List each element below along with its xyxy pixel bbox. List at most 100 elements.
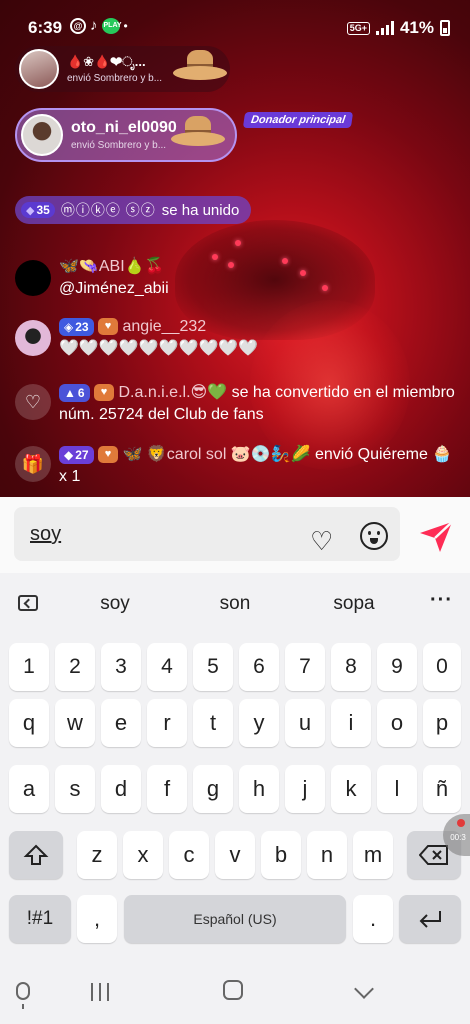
key[interactable]: b bbox=[261, 831, 301, 879]
microphone-icon[interactable] bbox=[16, 982, 30, 1009]
more-options-icon[interactable]: ··· bbox=[430, 589, 453, 612]
shift-icon bbox=[23, 844, 49, 865]
recents-icon[interactable] bbox=[91, 983, 109, 1001]
suggestion-item[interactable]: soy bbox=[65, 593, 165, 615]
key[interactable]: 3 bbox=[101, 643, 141, 691]
chat-username[interactable]: D.a.n.i.e.l.😎💚 bbox=[118, 384, 227, 401]
key[interactable]: u bbox=[285, 699, 325, 747]
chat-text: @Jiménez_abii bbox=[59, 280, 169, 297]
triangle-icon: ▲ bbox=[64, 385, 76, 400]
battery-icon bbox=[440, 20, 450, 36]
keyboard-collapse-icon[interactable] bbox=[18, 595, 38, 611]
key[interactable]: 1 bbox=[9, 643, 49, 691]
gift-notification: 🎁 ◆ 27 ♥ 🦋 🦁carol sol 🐷💿🧞🌽 envió Quiéreme… bbox=[15, 444, 460, 488]
key[interactable]: t bbox=[193, 699, 233, 747]
key[interactable]: h bbox=[239, 765, 279, 813]
avatar[interactable] bbox=[15, 260, 51, 296]
enter-icon bbox=[419, 911, 441, 928]
key[interactable]: n bbox=[307, 831, 347, 879]
key[interactable]: j bbox=[285, 765, 325, 813]
key[interactable]: z bbox=[77, 831, 117, 879]
level-badge: ◆ 27 bbox=[59, 445, 94, 464]
key[interactable]: g bbox=[193, 765, 233, 813]
gift-description: envió Sombrero y b... bbox=[67, 73, 163, 84]
heart-outline-icon: ♡ bbox=[15, 384, 51, 420]
key[interactable]: x bbox=[123, 831, 163, 879]
chat-username[interactable]: angie__232 bbox=[123, 318, 207, 335]
status-bar: 6:39 @ ♪ PLAY • 5G+ 41% bbox=[0, 0, 470, 44]
key[interactable]: ñ bbox=[423, 765, 461, 813]
period-key[interactable]: . bbox=[353, 895, 393, 943]
chat-username[interactable]: 🦋 🦁carol sol 🐷💿🧞🌽 bbox=[123, 446, 311, 463]
key[interactable]: 5 bbox=[193, 643, 233, 691]
key[interactable]: 2 bbox=[55, 643, 95, 691]
diamond-icon: ◆ bbox=[64, 447, 74, 462]
avatar[interactable] bbox=[15, 320, 51, 356]
key[interactable]: o bbox=[377, 699, 417, 747]
notification-dot-icon: • bbox=[123, 18, 128, 33]
suggestion-item[interactable]: sopa bbox=[304, 593, 404, 615]
key[interactable]: a bbox=[9, 765, 49, 813]
status-right: 5G+ 41% bbox=[346, 18, 450, 38]
key[interactable]: f bbox=[147, 765, 187, 813]
level-badge: ▲ 6 bbox=[59, 383, 90, 402]
suggestion-item[interactable]: son bbox=[185, 593, 285, 615]
key[interactable]: i bbox=[331, 699, 371, 747]
sparkle bbox=[235, 240, 241, 246]
key[interactable]: e bbox=[101, 699, 141, 747]
live-stream-video[interactable]: 6:39 @ ♪ PLAY • 5G+ 41% 🩸❀🩸❤ೃ... envió S… bbox=[0, 0, 470, 497]
key[interactable]: y bbox=[239, 699, 279, 747]
chat-message[interactable]: 🦋👒ABI🍐🍒 @Jiménez_abii bbox=[15, 256, 460, 300]
gift-banner-top-donor[interactable]: oto_ni_el0090 envió Sombrero y b... bbox=[15, 108, 237, 162]
gift-description: envió Sombrero y b... bbox=[71, 140, 167, 151]
fan-club-heart-icon: ♥ bbox=[94, 384, 115, 402]
comment-text: soy bbox=[30, 523, 62, 545]
heart-outline-icon[interactable]: ♡ bbox=[310, 526, 333, 557]
emoji-icon[interactable] bbox=[360, 522, 388, 550]
key[interactable]: r bbox=[147, 699, 187, 747]
home-icon[interactable] bbox=[223, 980, 243, 1000]
cowboy-hat-icon bbox=[171, 114, 225, 154]
key[interactable]: l bbox=[377, 765, 417, 813]
key[interactable]: k bbox=[331, 765, 371, 813]
comment-input[interactable]: soy bbox=[14, 507, 400, 561]
tiktok-icon: ♪ bbox=[90, 17, 98, 34]
status-time: 6:39 bbox=[28, 18, 63, 37]
key[interactable]: 8 bbox=[331, 643, 371, 691]
key[interactable]: q bbox=[9, 699, 49, 747]
space-key[interactable]: Español (US) bbox=[124, 895, 346, 943]
fan-club-heart-icon: ♥ bbox=[98, 446, 119, 464]
back-chevron-icon[interactable] bbox=[354, 979, 374, 999]
key[interactable]: w bbox=[55, 699, 95, 747]
shift-key[interactable] bbox=[9, 831, 63, 879]
gift-banner[interactable]: 🩸❀🩸❤ೃ... envió Sombrero y b... bbox=[15, 46, 230, 92]
top-donor-badge: Donador principal bbox=[242, 112, 354, 128]
key[interactable]: 7 bbox=[285, 643, 325, 691]
suggestion-bar: soy son sopa ··· bbox=[0, 573, 470, 633]
enter-key[interactable] bbox=[399, 895, 461, 943]
key[interactable]: 0 bbox=[423, 643, 461, 691]
key[interactable]: c bbox=[169, 831, 209, 879]
key[interactable]: s bbox=[55, 765, 95, 813]
chat-username[interactable]: 🦋👒ABI🍐🍒 bbox=[59, 256, 460, 278]
comment-bar: soy bbox=[0, 497, 470, 573]
comma-key[interactable]: , bbox=[77, 895, 117, 943]
gift-icon: 🎁 bbox=[15, 446, 51, 482]
key[interactable]: d bbox=[101, 765, 141, 813]
symbols-key[interactable]: !#1 bbox=[9, 895, 71, 943]
key[interactable]: 9 bbox=[377, 643, 417, 691]
key[interactable]: p bbox=[423, 699, 461, 747]
key[interactable]: 6 bbox=[239, 643, 279, 691]
gift-sender-name: oto_ni_el0090 bbox=[71, 119, 177, 136]
backspace-icon bbox=[418, 845, 448, 865]
key[interactable]: v bbox=[215, 831, 255, 879]
play-app-icon: PLAY bbox=[101, 17, 122, 34]
key[interactable]: m bbox=[353, 831, 393, 879]
key[interactable]: 4 bbox=[147, 643, 187, 691]
chat-message[interactable]: ◈ 23 ♥ angie__232 🤍🤍🤍🤍🤍🤍🤍🤍🤍🤍 bbox=[15, 316, 460, 360]
join-username[interactable]: ⓜⓘⓚⓔ ⓢⓩ bbox=[61, 200, 156, 220]
cowboy-hat-icon bbox=[173, 48, 227, 88]
threads-icon: @ bbox=[70, 17, 86, 34]
join-text: se ha unido bbox=[161, 201, 240, 219]
send-icon[interactable] bbox=[418, 520, 454, 554]
